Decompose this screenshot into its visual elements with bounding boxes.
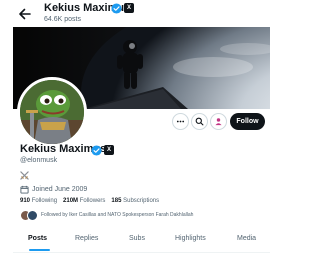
joined-date: Joined June 2009 bbox=[20, 184, 87, 194]
subscriptions-label: Subscriptions bbox=[123, 198, 160, 204]
follow-button[interactable]: Follow bbox=[230, 113, 265, 130]
tab-replies[interactable]: Replies bbox=[75, 235, 98, 242]
avatar[interactable] bbox=[17, 77, 87, 147]
follower-avatar bbox=[27, 209, 38, 221]
following-count: 910 bbox=[20, 198, 31, 204]
followed-by-text: Followed by Iker Casillas and NATO Spoke… bbox=[41, 212, 194, 218]
search-profile-button[interactable] bbox=[191, 113, 208, 130]
following-link[interactable]: 910 Following bbox=[20, 198, 57, 204]
profile-stats: 910 Following 210M Followers 185 Subscri… bbox=[20, 198, 159, 204]
arrow-left-icon[interactable] bbox=[17, 6, 33, 22]
more-horizontal-icon bbox=[176, 120, 185, 123]
calendar-icon bbox=[20, 185, 29, 194]
person-icon bbox=[215, 118, 222, 126]
header-posts-count: 64.6K posts bbox=[44, 16, 81, 23]
followers-label: Followers bbox=[79, 198, 106, 204]
affiliate-x-badge-icon: X bbox=[124, 3, 134, 13]
subscriptions-count: 185 bbox=[111, 198, 122, 204]
top-bar: Kekius Maximus X 64.6K posts bbox=[0, 0, 289, 30]
more-options-button[interactable] bbox=[172, 113, 189, 130]
profile-badges: X bbox=[91, 145, 114, 156]
verified-badge-icon[interactable] bbox=[91, 145, 102, 156]
followers-link[interactable]: 210M Followers bbox=[63, 198, 105, 204]
tab-subs[interactable]: Subs bbox=[129, 235, 145, 242]
search-icon bbox=[195, 117, 204, 126]
following-label: Following bbox=[31, 198, 58, 204]
tab-posts[interactable]: Posts bbox=[28, 235, 47, 242]
joined-text: Joined June 2009 bbox=[32, 185, 88, 193]
tab-media[interactable]: Media bbox=[237, 235, 256, 242]
header-badges: X bbox=[111, 3, 134, 14]
affiliate-x-badge-icon[interactable]: X bbox=[104, 145, 114, 155]
tab-highlights[interactable]: Highlights bbox=[175, 235, 206, 242]
subscribe-button[interactable] bbox=[210, 113, 227, 130]
active-tab-indicator bbox=[29, 249, 50, 251]
profile-handle: @elonmusk bbox=[20, 157, 58, 164]
followers-count: 210M bbox=[63, 198, 79, 204]
crossed-swords-icon bbox=[20, 171, 29, 180]
subscriptions-link[interactable]: 185 Subscriptions bbox=[111, 198, 159, 204]
avatar-image bbox=[20, 80, 84, 144]
followed-by[interactable]: Followed by Iker Casillas and NATO Spoke… bbox=[20, 209, 193, 221]
profile-tabs: Posts Replies Subs Highlights Media bbox=[13, 229, 270, 253]
verified-badge-icon bbox=[111, 3, 122, 14]
